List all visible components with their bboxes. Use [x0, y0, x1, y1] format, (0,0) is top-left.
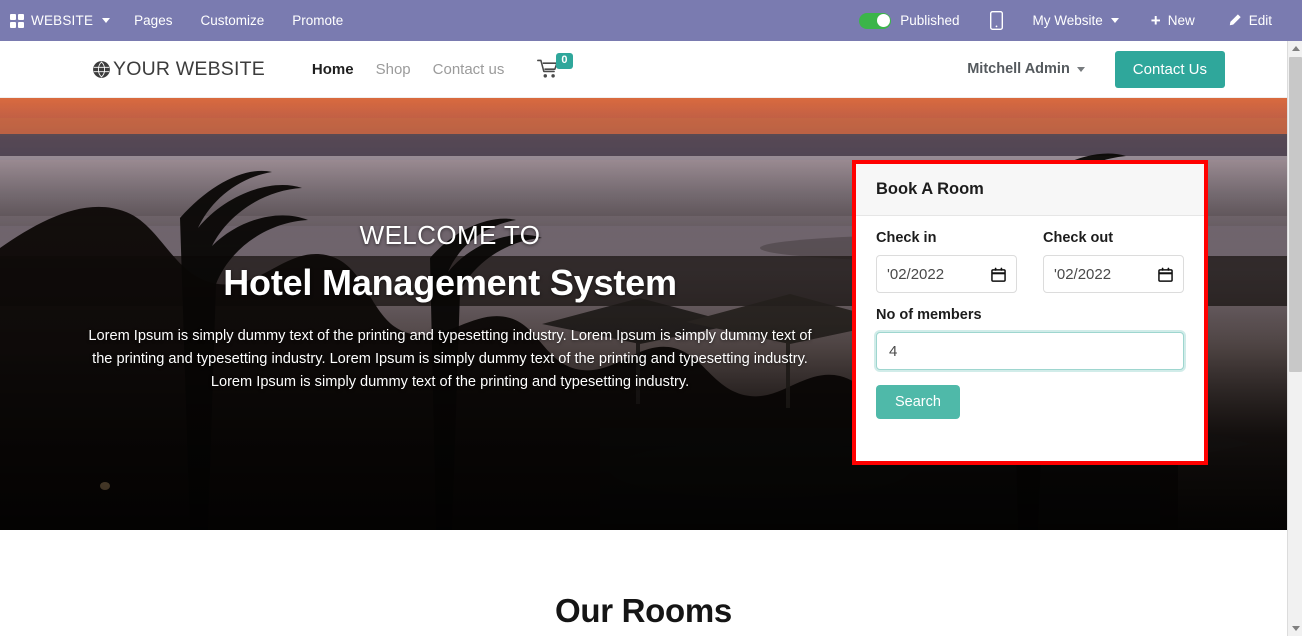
- hero-title: Hotel Management System: [223, 262, 677, 303]
- cart-button[interactable]: 0: [537, 53, 573, 79]
- members-input[interactable]: 4: [876, 332, 1184, 370]
- vertical-scrollbar[interactable]: [1287, 41, 1302, 636]
- topbar-menu-pages[interactable]: Pages: [120, 13, 186, 28]
- check-in-label: Check in: [876, 230, 937, 246]
- chevron-down-icon: [102, 18, 111, 23]
- cart-count-badge: 0: [556, 53, 573, 69]
- my-website-label: My Website: [1032, 13, 1103, 28]
- nav-item-contact-us[interactable]: Contact us: [422, 61, 516, 78]
- book-a-room-body: Check in '02/2022 Check out '02/2022 No …: [856, 216, 1204, 461]
- scroll-down-button[interactable]: [1288, 621, 1302, 636]
- hero-kicker: WELCOME TO: [359, 220, 541, 250]
- site-header: YOUR WEBSITE Home Shop Contact us 0 Mitc…: [0, 41, 1287, 98]
- edit-button[interactable]: Edit: [1211, 13, 1288, 28]
- topbar-menu-promote[interactable]: Promote: [278, 13, 357, 28]
- check-out-field: Check out '02/2022: [1043, 230, 1184, 293]
- topbar-menu-customize[interactable]: Customize: [186, 13, 278, 28]
- user-menu[interactable]: Mitchell Admin: [967, 61, 1085, 77]
- scroll-up-button[interactable]: [1288, 41, 1302, 56]
- nav-item-home[interactable]: Home: [301, 61, 365, 78]
- scrollbar-thumb[interactable]: [1289, 57, 1302, 372]
- pencil-icon: [1229, 14, 1241, 26]
- plus-icon: +: [1150, 11, 1161, 30]
- calendar-icon[interactable]: [991, 267, 1006, 282]
- members-field: No of members 4: [876, 307, 1184, 370]
- publish-switch-icon[interactable]: [859, 12, 892, 29]
- mobile-phone-icon: [989, 11, 1003, 30]
- hero-copy: WELCOME TO Hotel Management System Lorem…: [0, 222, 900, 393]
- check-out-label: Check out: [1043, 230, 1114, 246]
- site-logo[interactable]: YOUR WEBSITE: [92, 58, 265, 81]
- book-a-room-header: Book A Room: [856, 164, 1204, 216]
- members-label: No of members: [876, 307, 982, 323]
- website-app-brand[interactable]: WEBSITE: [10, 13, 120, 28]
- contact-us-button[interactable]: Contact Us: [1114, 50, 1225, 88]
- triangle-up-icon: [1291, 46, 1300, 51]
- rooms-section: Our Rooms: [0, 530, 1287, 636]
- site-header-right: Mitchell Admin Contact Us: [967, 50, 1287, 88]
- apps-grid-icon: [10, 13, 24, 28]
- date-fields-row: Check in '02/2022 Check out '02/2022: [876, 230, 1184, 293]
- publish-label: Published: [900, 13, 960, 28]
- rooms-section-title: Our Rooms: [555, 592, 732, 629]
- check-in-input[interactable]: '02/2022: [876, 255, 1017, 293]
- hero-paragraph: Lorem Ipsum is simply dummy text of the …: [88, 328, 812, 390]
- new-label: New: [1167, 13, 1195, 28]
- publish-toggle[interactable]: Published: [843, 12, 975, 29]
- check-out-value: '02/2022: [1054, 265, 1112, 283]
- site-nav: Home Shop Contact us: [301, 61, 515, 78]
- edit-label: Edit: [1248, 13, 1272, 28]
- check-in-value: '02/2022: [887, 265, 945, 283]
- chevron-down-icon: [1076, 66, 1085, 72]
- editor-topbar: WEBSITE Pages Customize Promote Publishe…: [0, 0, 1302, 41]
- check-in-field: Check in '02/2022: [876, 230, 1017, 293]
- user-name-label: Mitchell Admin: [967, 61, 1070, 77]
- new-button[interactable]: + New: [1135, 12, 1211, 29]
- triangle-down-icon: [1291, 626, 1300, 631]
- calendar-icon[interactable]: [1158, 267, 1173, 282]
- check-out-input[interactable]: '02/2022: [1043, 255, 1184, 293]
- chevron-down-icon: [1110, 18, 1119, 23]
- book-a-room-panel: Book A Room Check in '02/2022 Check out: [852, 160, 1208, 465]
- site-logo-text: YOUR WEBSITE: [113, 57, 265, 80]
- my-website-menu[interactable]: My Website: [1017, 13, 1135, 28]
- mobile-preview-button[interactable]: [976, 11, 1017, 30]
- book-a-room-title: Book A Room: [876, 180, 984, 198]
- nav-item-shop[interactable]: Shop: [365, 61, 422, 78]
- website-app-label: WEBSITE: [31, 13, 94, 28]
- editor-topbar-right: Published My Website + New Edit: [843, 11, 1302, 30]
- editor-topbar-left: WEBSITE Pages Customize Promote: [0, 13, 357, 28]
- globe-icon: [93, 60, 110, 78]
- search-button[interactable]: Search: [876, 385, 960, 419]
